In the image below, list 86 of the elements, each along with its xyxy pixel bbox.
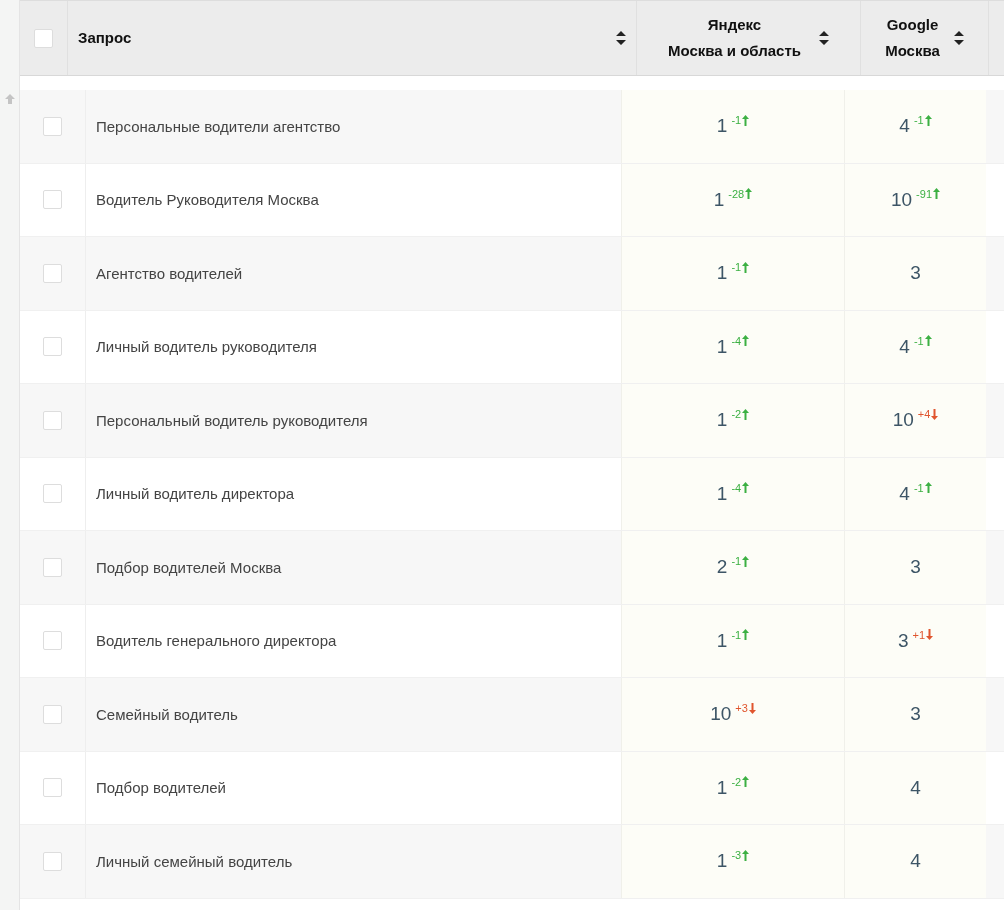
up-arrow-icon xyxy=(742,482,750,494)
up-arrow-icon xyxy=(924,335,932,347)
select-all-checkbox[interactable] xyxy=(34,28,53,48)
position-value: 1 xyxy=(716,776,728,799)
position-change: -3 xyxy=(731,849,742,862)
position-change: -1 xyxy=(731,114,742,127)
position-change: -4 xyxy=(731,481,742,494)
row-checkbox[interactable] xyxy=(43,337,62,357)
up-arrow-icon xyxy=(742,408,750,420)
position-change: -2 xyxy=(731,775,742,788)
query-text: Семейный водитель xyxy=(96,705,238,723)
position-value: 3 xyxy=(910,703,921,726)
up-arrow-icon xyxy=(742,849,750,861)
sort-icon[interactable] xyxy=(616,31,626,45)
position-change: -1 xyxy=(731,628,742,641)
column-header[interactable]: Google Москва xyxy=(885,12,940,64)
position-value: 4 xyxy=(899,482,910,505)
up-arrow-icon xyxy=(933,188,940,200)
position-value: 1 xyxy=(716,262,728,285)
query-text: Водитель генерального директора xyxy=(96,632,337,650)
up-arrow-icon xyxy=(742,555,750,567)
query-text: Подбор водителей xyxy=(96,779,226,797)
sort-icon[interactable] xyxy=(819,31,830,45)
up-arrow-icon xyxy=(742,114,750,126)
position-change: -1 xyxy=(913,481,924,494)
position-change: -1 xyxy=(913,114,924,127)
up-arrow-icon[interactable] xyxy=(4,94,15,104)
position-change: -28 xyxy=(728,187,745,200)
position-value: 4 xyxy=(910,850,921,873)
position-value: 1 xyxy=(716,115,728,138)
row-checkbox[interactable] xyxy=(43,851,62,871)
down-arrow-icon xyxy=(926,629,934,641)
position-value: 1 xyxy=(716,850,728,873)
position-change: -1 xyxy=(731,555,742,568)
position-value: 1 xyxy=(713,188,725,211)
position-value: 1 xyxy=(716,629,728,652)
row-checkbox[interactable] xyxy=(43,704,62,724)
position-change: +1 xyxy=(912,628,926,641)
position-change: -4 xyxy=(731,334,742,347)
position-value: 2 xyxy=(716,556,728,579)
position-value: 3 xyxy=(897,629,909,652)
row-checkbox[interactable] xyxy=(43,190,62,210)
up-arrow-icon xyxy=(742,261,750,273)
up-arrow-icon xyxy=(924,482,932,494)
column-header[interactable]: Яндекс Москва и область xyxy=(667,12,802,64)
position-change: +3 xyxy=(735,702,748,715)
sort-icon[interactable] xyxy=(953,31,964,45)
position-change: -91 xyxy=(916,187,932,200)
column-header[interactable]: Запрос xyxy=(78,25,132,51)
query-text: Водитель Руководителя Москва xyxy=(96,191,319,209)
row-checkbox[interactable] xyxy=(43,484,62,504)
query-text: Личный семейный водитель xyxy=(96,852,293,870)
query-text: Личный водитель руководителя xyxy=(96,338,317,356)
position-change: -1 xyxy=(731,261,742,274)
row-checkbox[interactable] xyxy=(43,410,62,430)
position-value: 4 xyxy=(899,115,910,138)
position-value: 4 xyxy=(910,776,921,799)
position-value: 1 xyxy=(716,482,728,505)
position-value: 10 xyxy=(892,409,914,432)
position-value: 3 xyxy=(910,262,921,285)
up-arrow-icon xyxy=(742,776,750,788)
position-value: 1 xyxy=(716,409,728,432)
query-text: Персональный водитель руководителя xyxy=(96,411,368,429)
up-arrow-icon xyxy=(742,629,750,641)
down-arrow-icon xyxy=(931,408,939,420)
query-text: Персональные водители агентство xyxy=(96,117,341,135)
position-change: -1 xyxy=(913,334,924,347)
position-value: 10 xyxy=(710,703,732,726)
query-text: Агентство водителей xyxy=(96,264,243,282)
up-arrow-icon xyxy=(742,335,750,347)
row-checkbox[interactable] xyxy=(43,631,62,651)
position-value: 1 xyxy=(716,335,728,358)
row-checkbox[interactable] xyxy=(43,263,62,283)
up-arrow-icon xyxy=(924,114,932,126)
position-value: 4 xyxy=(899,335,910,358)
row-checkbox[interactable] xyxy=(43,557,62,577)
down-arrow-icon xyxy=(748,702,756,714)
row-checkbox[interactable] xyxy=(43,116,62,136)
row-checkbox[interactable] xyxy=(43,778,62,798)
position-change: +4 xyxy=(917,408,931,421)
position-value: 3 xyxy=(910,556,921,579)
position-change: -2 xyxy=(731,408,742,421)
query-text: Личный водитель директора xyxy=(96,485,295,503)
query-text: Подбор водителей Москва xyxy=(96,558,282,576)
up-arrow-icon xyxy=(745,188,753,200)
position-value: 10 xyxy=(890,188,913,211)
